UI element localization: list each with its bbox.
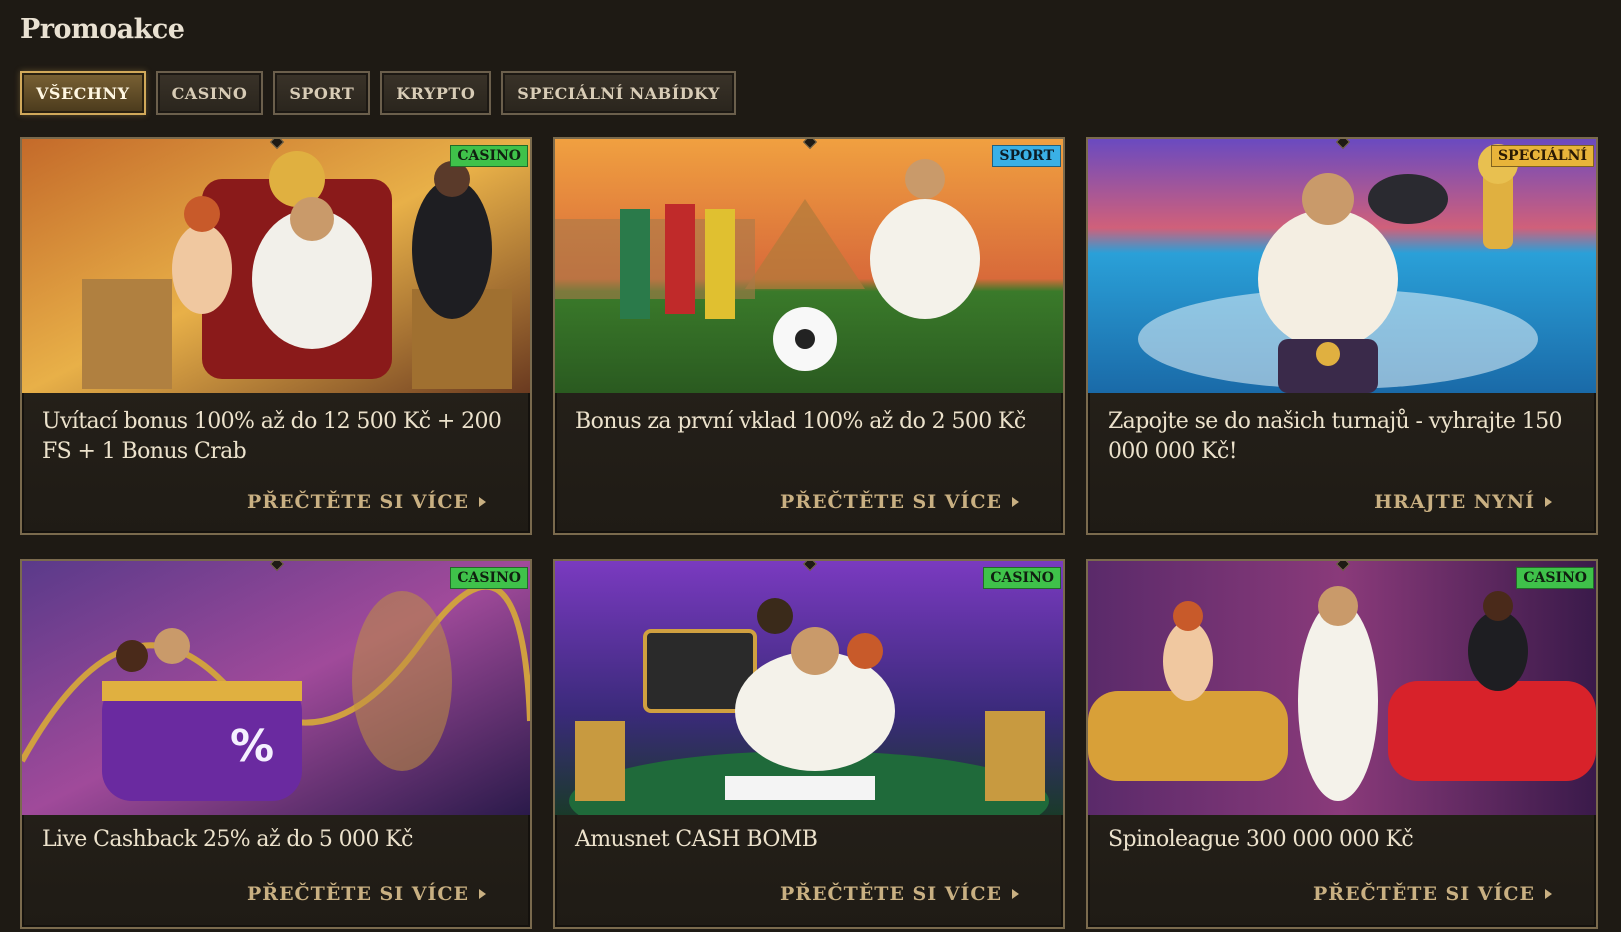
promo-grid: CASINO Uvítací bonus 100% až do 12 500 K… [20,137,1598,929]
promo-image[interactable] [555,561,1063,815]
read-more-label: PŘEČTĚTE SI VÍCE [780,883,1002,905]
promo-card-spinoleague[interactable]: CASINO Spinoleague 300 000 000 Kč PŘEČTĚ… [1086,559,1598,929]
chevron-right-icon [1545,497,1552,507]
play-now-label: HRAJTE NYNÍ [1374,491,1535,513]
play-now-link[interactable]: HRAJTE NYNÍ [1374,491,1552,513]
chevron-right-icon [479,497,486,507]
category-badge: CASINO [983,567,1061,589]
promo-card-live-cashback[interactable]: % CASINO Live Cashback 25% až do 5 000 K… [20,559,532,929]
read-more-label: PŘEČTĚTE SI VÍCE [247,883,469,905]
read-more-label: PŘEČTĚTE SI VÍCE [780,491,1002,513]
promo-title: Live Cashback 25% až do 5 000 Kč [42,827,413,852]
read-more-link[interactable]: PŘEČTĚTE SI VÍCE [1313,883,1552,905]
promo-card-cash-bomb[interactable]: CASINO Amusnet CASH BOMB PŘEČTĚTE SI VÍC… [553,559,1065,929]
read-more-link[interactable]: PŘEČTĚTE SI VÍCE [780,883,1019,905]
promo-image[interactable]: % [22,561,530,815]
promo-card-tournaments[interactable]: SPECIÁLNÍ Zapojte se do našich turnajů -… [1086,137,1598,535]
promo-title: Spinoleague 300 000 000 Kč [1108,827,1414,852]
chevron-right-icon [1545,889,1552,899]
read-more-link[interactable]: PŘEČTĚTE SI VÍCE [247,491,486,513]
tab-crypto[interactable]: KRYPTO [380,71,492,115]
chevron-right-icon [1012,889,1019,899]
promo-title: Zapojte se do našich turnajů - vyhrajte … [1108,409,1562,464]
category-tabs: VŠECHNY CASINO SPORT KRYPTO SPECIÁLNÍ NA… [20,71,736,115]
promo-image[interactable] [1088,139,1596,393]
tab-sport[interactable]: SPORT [273,71,371,115]
promotions-page: Promoakce VŠECHNY CASINO SPORT KRYPTO SP… [0,0,1621,932]
read-more-link[interactable]: PŘEČTĚTE SI VÍCE [780,491,1019,513]
tab-casino[interactable]: CASINO [155,71,264,115]
category-badge: SPORT [992,145,1061,167]
promo-image[interactable] [22,139,530,393]
promo-title: Amusnet CASH BOMB [575,827,818,852]
category-badge: SPECIÁLNÍ [1490,145,1594,167]
read-more-link[interactable]: PŘEČTĚTE SI VÍCE [247,883,486,905]
tab-all[interactable]: VŠECHNY [20,71,146,115]
chevron-right-icon [479,889,486,899]
promo-image[interactable] [555,139,1063,393]
svg-text:%: % [230,721,274,772]
promo-image[interactable] [1088,561,1596,815]
tab-special-offers[interactable]: SPECIÁLNÍ NABÍDKY [501,71,736,115]
read-more-label: PŘEČTĚTE SI VÍCE [247,491,469,513]
chevron-right-icon [1012,497,1019,507]
category-badge: CASINO [450,145,528,167]
promo-card-first-deposit[interactable]: SPORT Bonus za první vklad 100% až do 2 … [553,137,1065,535]
promo-title: Uvítací bonus 100% až do 12 500 Kč + 200… [42,409,502,464]
page-title: Promoakce [20,14,185,45]
category-badge: CASINO [450,567,528,589]
promo-title: Bonus za první vklad 100% až do 2 500 Kč [575,409,1026,434]
read-more-label: PŘEČTĚTE SI VÍCE [1313,883,1535,905]
promo-card-welcome-bonus[interactable]: CASINO Uvítací bonus 100% až do 12 500 K… [20,137,532,535]
category-badge: CASINO [1516,567,1594,589]
